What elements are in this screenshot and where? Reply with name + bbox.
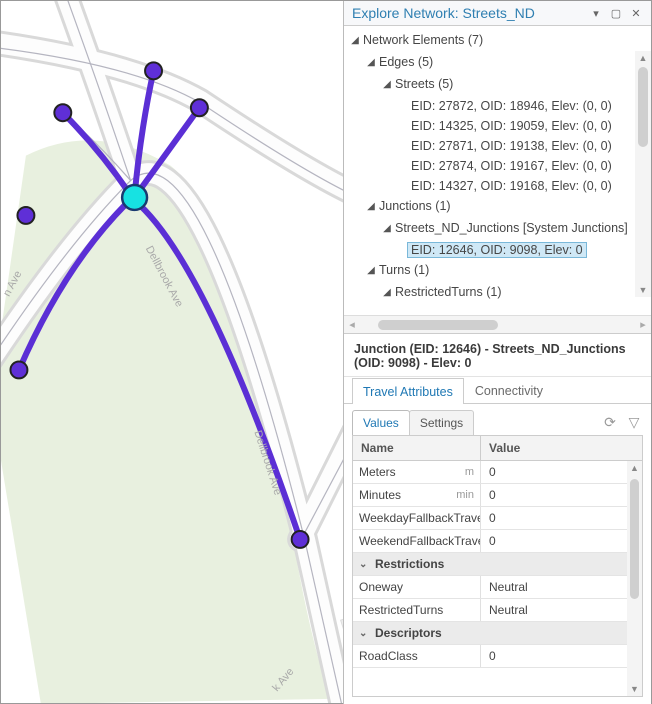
attributes-grid[interactable]: Metersm0 Minutesmin0 WeekdayFallbackTrav…	[352, 460, 643, 697]
grid-header-name: Name	[353, 436, 481, 460]
tree-junctions-layer[interactable]: Streets_ND_Junctions [System Junctions]	[392, 221, 631, 235]
section-descriptors[interactable]: Descriptors	[375, 626, 442, 640]
tree-horizontal-scrollbar[interactable]: ◂ ▸	[344, 315, 651, 333]
tree-turns-layer[interactable]: RestrictedTurns (1)	[392, 285, 505, 299]
autohide-icon[interactable]: ▢	[609, 6, 623, 20]
dropdown-icon[interactable]: ▾	[589, 6, 603, 20]
tab-connectivity[interactable]: Connectivity	[464, 377, 554, 403]
network-elements-tree[interactable]: ◢Network Elements (7) ◢Edges (5) ◢Street…	[344, 26, 651, 315]
tree-streets-group[interactable]: Streets (5)	[392, 77, 456, 91]
grid-header-value: Value	[481, 436, 642, 460]
tree-edge-item[interactable]: EID: 27871, OID: 19138, Elev: (0, 0)	[408, 139, 615, 153]
attribute-tabs: Travel Attributes Connectivity	[344, 377, 651, 404]
filter-icon[interactable]: ▽	[625, 414, 643, 432]
tree-root[interactable]: Network Elements (7)	[360, 33, 486, 47]
grid-header: Name Value	[352, 435, 643, 460]
refresh-icon[interactable]: ⟳	[601, 414, 619, 432]
tree-junctions-group[interactable]: Junctions (1)	[376, 199, 454, 213]
tree-edge-item[interactable]: EID: 14325, OID: 19059, Elev: (0, 0)	[408, 119, 615, 133]
tree-edge-item[interactable]: EID: 27874, OID: 19167, Elev: (0, 0)	[408, 159, 615, 173]
tab-travel-attributes[interactable]: Travel Attributes	[352, 378, 464, 404]
subtab-values[interactable]: Values	[352, 410, 410, 435]
subtab-settings[interactable]: Settings	[409, 410, 474, 435]
tree-vertical-scrollbar[interactable]: ▲ ▼	[635, 51, 651, 297]
tree-junction-item-selected[interactable]: EID: 12646, OID: 9098, Elev: 0	[408, 243, 586, 257]
tree-turns-group[interactable]: Turns (1)	[376, 263, 432, 277]
tree-edge-item[interactable]: EID: 27872, OID: 18946, Elev: (0, 0)	[408, 99, 615, 113]
tree-edge-item[interactable]: EID: 14327, OID: 19168, Elev: (0, 0)	[408, 179, 615, 193]
explore-network-panel: Explore Network: Streets_ND ▾ ▢ ✕ ◢Netwo…	[343, 1, 651, 704]
tree-edges-group[interactable]: Edges (5)	[376, 55, 436, 69]
grid-vertical-scrollbar[interactable]: ▲ ▼	[627, 461, 642, 696]
close-icon[interactable]: ✕	[629, 6, 643, 20]
panel-title: Explore Network: Streets_ND	[352, 5, 583, 21]
panel-header: Explore Network: Streets_ND ▾ ▢ ✕	[344, 1, 651, 26]
section-restrictions[interactable]: Restrictions	[375, 557, 444, 571]
selection-heading: Junction (EID: 12646) - Streets_ND_Junct…	[344, 334, 651, 377]
